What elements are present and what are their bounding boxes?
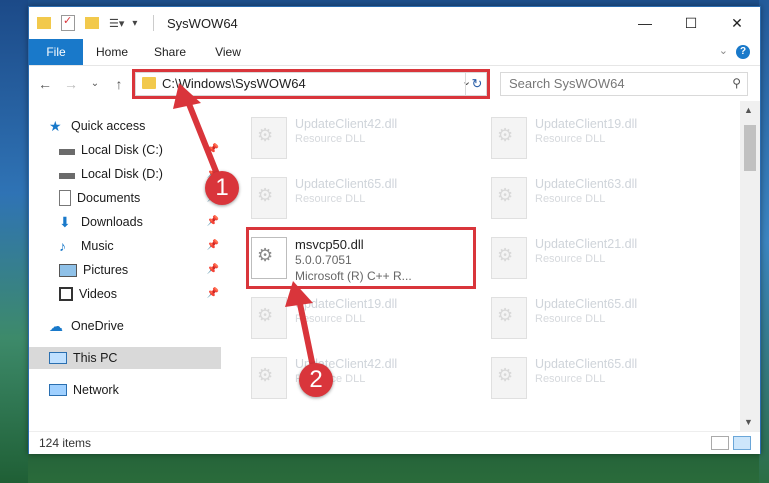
desktop-background-left [0, 0, 28, 483]
step-2-badge: 2 [299, 363, 333, 397]
explorer-window: ✓ ☰▾ ▾ SysWOW64 — ☐ ✕ File Home Share Vi… [28, 6, 761, 454]
arrow-1-shaft [184, 96, 222, 182]
arrow-1-head [173, 83, 201, 109]
step-1-badge: 1 [205, 171, 239, 205]
annotation-arrows [173, 83, 316, 370]
arrow-2-shaft [296, 296, 316, 370]
arrow-2-head [285, 281, 313, 307]
